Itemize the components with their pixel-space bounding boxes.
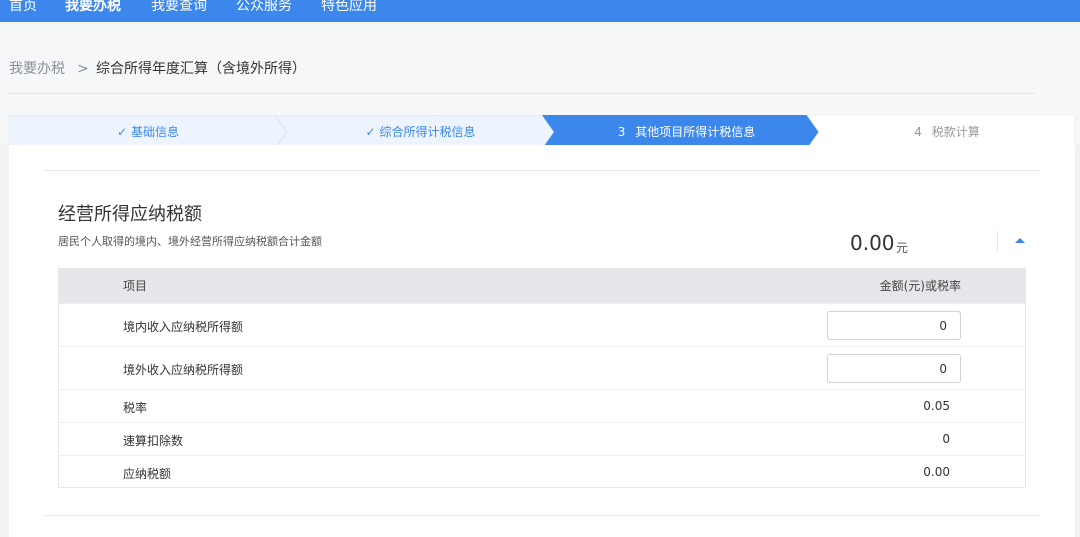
- step-4[interactable]: 4 税款计算: [819, 115, 1075, 149]
- check-icon: ✓: [365, 125, 376, 139]
- section-total-value: 0.00: [850, 231, 895, 255]
- caret-up-icon[interactable]: [1013, 235, 1027, 245]
- breadcrumb-separator: >: [77, 61, 89, 77]
- domestic-income-input[interactable]: [827, 311, 961, 340]
- row-name: 速算扣除数: [123, 434, 184, 448]
- section-top-divider: [44, 170, 1040, 171]
- nav-item-special-apps[interactable]: 特色应用: [321, 0, 377, 17]
- section-description: 居民个人取得的境内、境外经营所得应纳税额合计金额: [58, 235, 322, 248]
- nav-item-tax-handling[interactable]: 我要办税: [65, 0, 121, 17]
- step-3-label: 其他项目所得计税信息: [635, 125, 756, 139]
- step-progress: ✓ 基础信息 ✓ 综合所得计税信息 3 其他项目所得计税信息 4 税款计算: [9, 115, 1075, 149]
- step-4-number: 4: [914, 125, 922, 139]
- table-row: 税率 0.05: [59, 389, 1025, 422]
- table-row: 速算扣除数 0: [59, 422, 1025, 455]
- row-value: 0.05: [923, 399, 950, 413]
- nav-item-home[interactable]: 首页: [9, 0, 37, 17]
- row-name: 税率: [123, 401, 148, 415]
- check-icon: ✓: [117, 125, 128, 139]
- step-2-label: 综合所得计税信息: [379, 125, 476, 139]
- breadcrumb-current: 综合所得年度汇算（含境外所得）: [96, 61, 306, 77]
- row-value: 0.00: [923, 465, 950, 479]
- top-nav: 首页 我要办税 我要查询 公众服务 特色应用: [0, 0, 1080, 22]
- header-item: 项目: [123, 279, 148, 293]
- row-value: 0: [942, 432, 950, 446]
- section-bottom-divider: [44, 515, 1040, 516]
- tax-table: 项目 金额(元)或税率 境内收入应纳税所得额 境外收入应纳税所得额 税率 0.0…: [58, 268, 1026, 488]
- step-1-label: 基础信息: [130, 125, 179, 139]
- nav-item-public-service[interactable]: 公众服务: [236, 0, 292, 17]
- step-3-number: 3: [617, 125, 626, 139]
- table-row: 境外收入应纳税所得额: [59, 346, 1025, 389]
- section-total-unit: 元: [896, 241, 909, 255]
- header-amount: 金额(元)或税率: [879, 279, 961, 293]
- step-1[interactable]: ✓ 基础信息: [9, 115, 287, 149]
- table-header: 项目 金额(元)或税率: [59, 269, 1025, 303]
- breadcrumb-home[interactable]: 我要办税: [9, 60, 65, 78]
- page-header: 我要办税 > 综合所得年度汇算（含境外所得） ✓ 基础信息 ✓ 综合所得计税信息…: [0, 22, 1080, 149]
- row-name: 境外收入应纳税所得额: [123, 363, 244, 377]
- step-4-label: 税款计算: [931, 125, 980, 139]
- header-divider: [9, 93, 1035, 94]
- step-3[interactable]: 3 其他项目所得计税信息: [554, 115, 819, 149]
- section-title: 经营所得应纳税额: [58, 204, 202, 225]
- table-row: 境内收入应纳税所得额: [59, 303, 1025, 346]
- total-divider: [997, 230, 998, 252]
- table-row: 应纳税额 0.00: [59, 455, 1025, 487]
- row-name: 应纳税额: [123, 467, 172, 481]
- foreign-income-input[interactable]: [827, 354, 961, 383]
- step-2[interactable]: ✓ 综合所得计税信息: [287, 115, 554, 149]
- nav-item-query[interactable]: 我要查询: [151, 0, 207, 17]
- row-name: 境内收入应纳税所得额: [123, 320, 244, 334]
